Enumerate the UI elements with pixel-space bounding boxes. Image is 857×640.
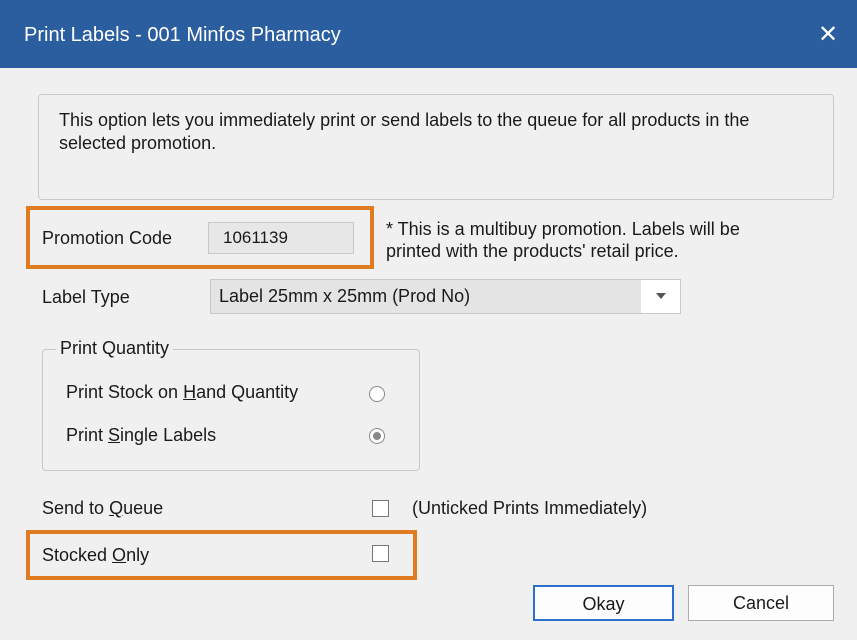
send-to-queue-hint: (Unticked Prints Immediately) bbox=[412, 498, 648, 518]
print-quantity-group bbox=[42, 349, 420, 471]
stocked-only-label-post: nly bbox=[126, 545, 150, 565]
label-type-label: Label Type bbox=[42, 287, 130, 307]
close-icon[interactable]: ✕ bbox=[799, 12, 857, 58]
label-type-dropdown[interactable]: Label 25mm x 25mm (Prod No) bbox=[210, 279, 681, 314]
title-bar: Print Labels - 001 Minfos Pharmacy ✕ bbox=[0, 0, 857, 68]
print-quantity-legend: Print Quantity bbox=[56, 338, 174, 359]
send-to-queue-mnemonic: Q bbox=[109, 498, 124, 518]
stocked-only-label: Stocked Only bbox=[42, 545, 149, 566]
print-single-radio[interactable] bbox=[369, 428, 385, 444]
promotion-code-field: 1061139 bbox=[208, 222, 354, 254]
print-soh-label: Print Stock on Hand Quantity bbox=[66, 382, 298, 403]
print-soh-radio[interactable] bbox=[369, 386, 385, 402]
stocked-only-mnemonic: O bbox=[112, 545, 127, 565]
cancel-button[interactable]: Cancel bbox=[688, 585, 834, 621]
chevron-down-icon bbox=[656, 293, 666, 299]
description-box: This option lets you immediately print o… bbox=[38, 94, 834, 200]
send-to-queue-label-post: ueue bbox=[123, 498, 164, 518]
print-single-mnemonic: S bbox=[108, 425, 121, 445]
send-to-queue-label: Send to Queue bbox=[42, 498, 163, 519]
print-single-label-post: ingle Labels bbox=[120, 425, 217, 445]
label-type-value: Label 25mm x 25mm (Prod No) bbox=[211, 280, 641, 313]
print-soh-mnemonic: H bbox=[183, 382, 197, 402]
window-title: Print Labels - 001 Minfos Pharmacy bbox=[24, 24, 341, 46]
print-single-label: Print Single Labels bbox=[66, 425, 216, 446]
send-to-queue-label-pre: Send to bbox=[42, 498, 110, 518]
print-soh-label-pre: Print Stock on bbox=[66, 382, 184, 402]
multibuy-note: * This is a multibuy promotion. Labels w… bbox=[386, 219, 740, 261]
stocked-only-label-pre: Stocked bbox=[42, 545, 113, 565]
send-to-queue-checkbox[interactable] bbox=[372, 500, 389, 517]
stocked-only-checkbox[interactable] bbox=[372, 545, 389, 562]
print-single-label-pre: Print bbox=[66, 425, 109, 445]
okay-button[interactable]: Okay bbox=[533, 585, 674, 621]
promotion-code-label: Promotion Code bbox=[42, 228, 173, 248]
print-soh-label-post: and Quantity bbox=[196, 382, 299, 402]
